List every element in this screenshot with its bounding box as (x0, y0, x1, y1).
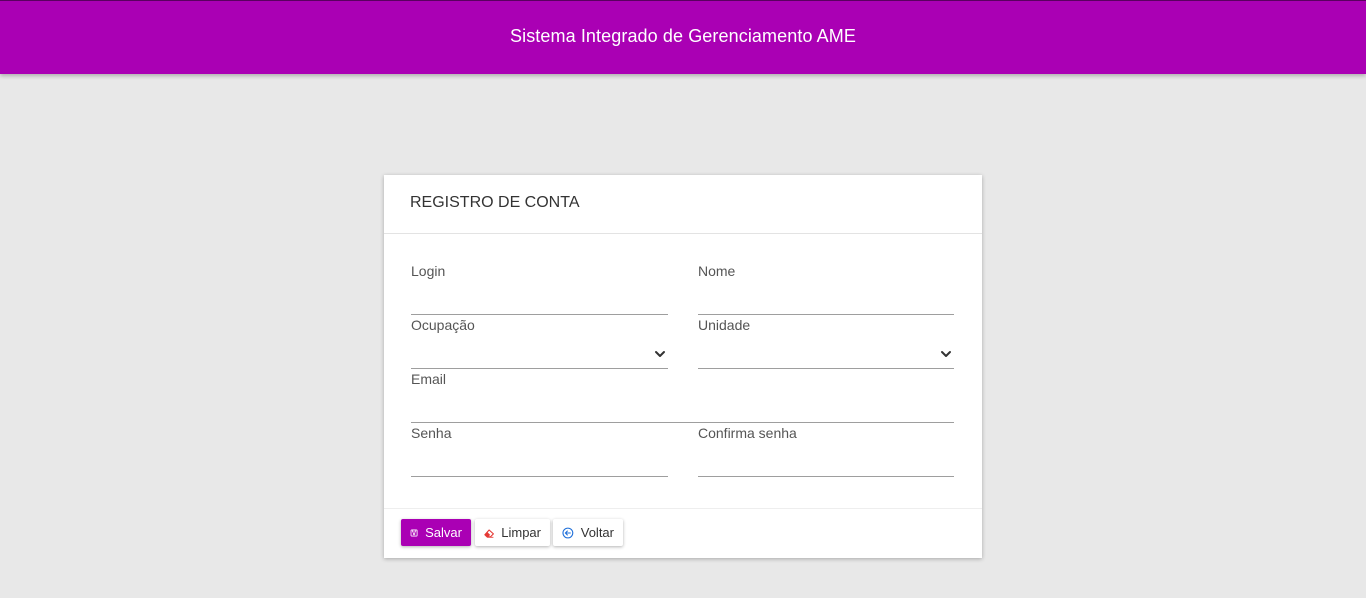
card-header: REGISTRO DE CONTA (384, 175, 982, 234)
clear-button[interactable]: Limpar (475, 519, 550, 546)
senha-input[interactable] (411, 447, 668, 473)
login-underline (411, 314, 668, 315)
login-input[interactable] (411, 285, 668, 311)
save-button-label: Salvar (425, 525, 462, 540)
confirma-senha-input[interactable] (698, 447, 954, 473)
ocupacao-label: Ocupação (411, 317, 475, 333)
save-button[interactable]: Salvar (401, 519, 471, 546)
registration-card: REGISTRO DE CONTA Login Nome Ocupação Un… (384, 175, 982, 558)
nome-underline (698, 314, 954, 315)
confirma-senha-label: Confirma senha (698, 425, 797, 441)
login-label: Login (411, 263, 446, 279)
app-header: Sistema Integrado de Gerenciamento AME (0, 0, 1366, 74)
arrow-circle-left-icon (562, 527, 574, 538)
clear-button-label: Limpar (501, 525, 541, 540)
senha-label: Senha (411, 425, 452, 441)
form-actions: Salvar Limpar Voltar (384, 508, 982, 558)
chevron-down-icon[interactable] (940, 348, 952, 360)
unidade-underline (698, 368, 954, 369)
floppy-disk-icon (410, 529, 418, 536)
form-title: REGISTRO DE CONTA (410, 194, 580, 211)
unidade-label: Unidade (698, 317, 751, 333)
email-field: Email (411, 371, 954, 423)
nome-input[interactable] (698, 285, 954, 311)
ocupacao-underline (411, 368, 668, 369)
login-field: Login (411, 263, 668, 315)
chevron-down-icon[interactable] (654, 348, 666, 360)
app-title: Sistema Integrado de Gerenciamento AME (510, 25, 856, 46)
ocupacao-field[interactable]: Ocupação (411, 317, 668, 369)
eraser-icon (484, 528, 494, 538)
unidade-field[interactable]: Unidade (698, 317, 954, 369)
email-underline (411, 422, 954, 423)
back-button[interactable]: Voltar (553, 519, 623, 546)
confirma-senha-underline (698, 476, 954, 477)
nome-field: Nome (698, 263, 954, 315)
email-input[interactable] (411, 393, 954, 419)
senha-underline (411, 476, 668, 477)
back-button-label: Voltar (580, 525, 614, 540)
email-label: Email (411, 371, 447, 387)
nome-label: Nome (698, 263, 736, 279)
confirma-senha-field: Confirma senha (698, 425, 954, 477)
senha-field: Senha (411, 425, 668, 477)
